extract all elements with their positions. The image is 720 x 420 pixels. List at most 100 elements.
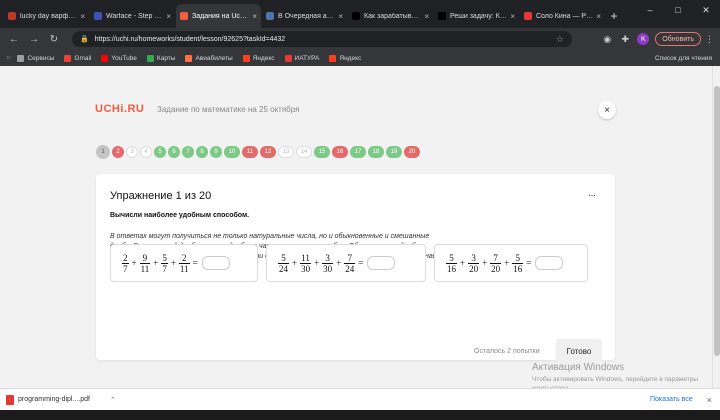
windows-activation-watermark: Активация Windows Чтобы активировать Win… [532,362,712,388]
bookmark-item[interactable]: Gmail [64,54,91,62]
task-number-dot[interactable]: 16 [332,146,348,158]
reload-icon[interactable]: ↻ [46,31,62,47]
bookmark-favicon-icon [329,54,337,62]
tab-favicon-icon [266,12,274,20]
browser-menu-icon[interactable]: ⋮ [705,34,714,45]
task-number-dot[interactable]: 8 [196,146,208,158]
tab-close-icon[interactable]: × [596,12,601,21]
plus-operator: + [170,258,176,268]
task-number-dot[interactable]: 3 [126,146,138,158]
browser-tab[interactable]: Warface - Step by... × [90,4,175,28]
new-tab-icon[interactable]: + [606,4,622,28]
puzzle-icon[interactable]: ✚ [619,33,631,45]
task-number-dot[interactable]: 7 [182,146,194,158]
reading-list[interactable]: Список для чтения [655,55,712,62]
plus-operator: + [482,258,488,268]
close-icon: × [604,104,610,116]
task-number-dot[interactable]: 11 [242,146,258,158]
task-number-dot[interactable]: 9 [210,146,222,158]
forward-icon[interactable]: → [26,31,42,47]
bookmark-item[interactable]: YouTube [101,54,137,62]
scrollbar-thumb[interactable] [714,86,720,356]
task-number-dot[interactable]: 10 [224,146,240,158]
answer-input[interactable] [367,256,396,270]
equals-sign: = [358,258,364,268]
chevron-up-icon[interactable]: ⌃ [110,396,116,404]
tab-close-icon[interactable]: × [424,12,429,21]
show-all-downloads-link[interactable]: Показать все [650,396,693,403]
fraction: 57 [161,253,168,274]
task-number-dot[interactable]: 15 [314,146,330,158]
task-number-dot[interactable]: 13 [278,146,294,158]
update-button[interactable]: Обновить [655,32,701,46]
extension-icon[interactable]: ◉ [601,33,613,45]
reading-list-label: Список для чтения [655,54,712,62]
bookmark-favicon-icon [242,54,250,62]
tab-close-icon[interactable]: × [252,12,257,21]
bookmark-item[interactable]: Карты [146,54,175,62]
close-window-icon[interactable]: ✕ [692,0,720,20]
tab-title: В Очередная акц... [278,12,336,20]
more-options-icon[interactable]: ··· [588,190,596,201]
bookmark-item[interactable]: Яндекс [242,54,275,62]
browser-tab[interactable]: Реши задачу: Кур... × [434,4,519,28]
fraction: 3 30 [322,253,334,274]
browser-tab[interactable]: Как зарабатывать...× [348,4,433,28]
apps-grid-icon[interactable]: ⁙ [6,54,11,62]
url-text: https://uchi.ru/homeworks/student/lesson… [94,35,286,43]
fraction: 5 16 [446,253,457,274]
browser-tab[interactable]: Задания на Uchi.ru × [176,4,261,28]
tab-close-icon[interactable]: × [510,12,515,21]
minimize-icon[interactable]: – [636,0,664,20]
done-button[interactable]: Готово [556,339,602,363]
tab-title: Как зарабатывать... [364,12,421,20]
task-number-dot[interactable]: 18 [368,146,384,158]
answer-input[interactable] [535,256,564,270]
task-number-dot[interactable]: 1 [96,145,110,159]
task-number-dot[interactable]: 12 [260,146,276,158]
bookmark-item[interactable]: Сервисы [17,54,54,62]
close-downloads-icon[interactable]: × [707,395,712,405]
browser-tab[interactable]: Соло Кина — Ру... × [520,4,605,28]
tab-close-icon[interactable]: × [166,12,171,21]
download-filename[interactable]: programming-dipl....pdf [18,396,90,403]
task-number-dot[interactable]: 14 [296,146,312,158]
denominator: 20 [469,263,479,274]
answer-input[interactable] [201,256,230,270]
bookmark-label: Авиабилеты [195,54,233,62]
plus-operator: + [460,258,466,268]
task-number-dot[interactable]: 20 [404,146,420,158]
bookmark-item[interactable]: ИАТУРА [284,54,319,62]
close-lesson-button[interactable]: × [598,101,616,119]
bookmark-item[interactable]: Яндекс [329,54,361,62]
page-scrollbar[interactable] [712,66,720,388]
numerator: 7 [493,252,498,263]
browser-tab[interactable]: lucky day варфейс × [4,4,89,28]
uchi-logo[interactable]: UCHi.RU [95,103,144,115]
task-number-dot[interactable]: 19 [386,146,402,158]
task-number-dot[interactable]: 6 [168,146,180,158]
bookmark-favicon-icon [101,54,109,62]
fraction-equation: 5 16 +3 20 +7 20 +5 16 = [434,244,588,282]
task-number-dot[interactable]: 17 [350,146,366,158]
denominator: 24 [345,263,355,274]
address-bar[interactable]: 🔒 https://uchi.ru/homeworks/student/less… [72,31,572,47]
tab-close-icon[interactable]: × [80,12,85,21]
lock-icon: 🔒 [80,36,89,43]
tab-close-icon[interactable]: × [338,12,343,21]
task-number-dot[interactable]: 2 [112,146,124,158]
maximize-icon[interactable]: □ [664,0,692,20]
bookmark-item[interactable]: Авиабилеты [185,54,233,62]
profile-avatar[interactable]: K [637,33,650,45]
bookmark-star-icon[interactable]: ☆ [556,34,564,45]
task-number-dot[interactable]: 4 [140,146,152,158]
fraction: 5 24 [278,253,289,274]
tab-favicon-icon [94,12,102,20]
task-question: Вычисли наиболее удобным способом. [110,212,250,219]
fraction: 11 30 [300,253,312,274]
back-icon[interactable]: ← [6,31,22,47]
numerator: 2 [181,252,187,263]
window-controls: – □ ✕ [636,0,720,20]
browser-tab[interactable]: В Очередная акц... × [262,4,347,28]
task-number-dot[interactable]: 5 [154,146,166,158]
